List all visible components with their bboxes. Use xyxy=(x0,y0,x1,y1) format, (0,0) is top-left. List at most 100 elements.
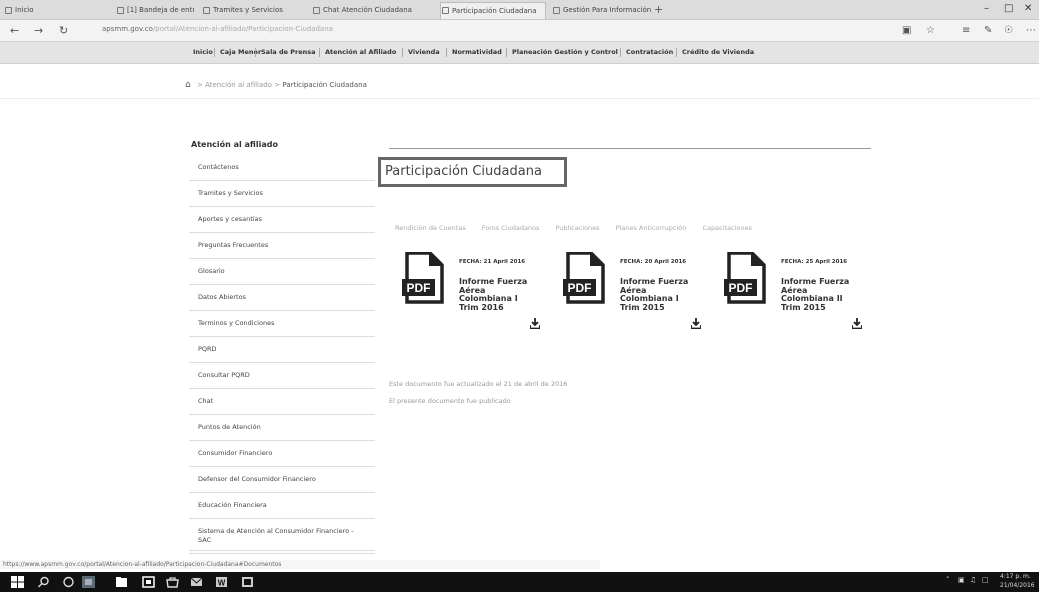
filter-tab[interactable]: Rendición de Cuentas xyxy=(395,224,466,232)
sidebar-item[interactable]: Glosario xyxy=(189,261,375,285)
sidebar-item[interactable]: Terminos y Condiciones xyxy=(189,313,375,337)
web-note-icon[interactable]: ✎ xyxy=(984,24,992,37)
filter-tabs: Rendición de Cuentas Foros Ciudadanos Pu… xyxy=(395,224,766,233)
browser-tab[interactable]: Chat Atención Ciudadana xyxy=(312,3,432,18)
document-card[interactable]: PDF FECHA: 20 April 2016 Informe Fuerza … xyxy=(557,250,702,342)
page-title: Participación Ciudadana xyxy=(378,157,567,187)
breadcrumb: ⌂ > Atención al afiliado > Participación… xyxy=(185,80,367,90)
nav-item-sala-de-prensa[interactable]: Sala de Prensa xyxy=(255,48,316,57)
windows-start-icon[interactable] xyxy=(11,576,24,588)
tab-favicon-icon xyxy=(5,7,12,14)
sidebar-item[interactable]: Preguntas Frecuentes xyxy=(189,235,375,259)
new-tab-button[interactable]: + xyxy=(654,3,663,16)
more-icon[interactable]: ⋯ xyxy=(1026,24,1036,37)
pdf-icon[interactable]: PDF xyxy=(563,252,605,304)
clock-time[interactable]: 4:17 p. m. xyxy=(1000,573,1031,580)
favorite-star-icon[interactable]: ☆ xyxy=(926,24,935,37)
nav-item-credito-vivienda[interactable]: Crédito de Vivienda xyxy=(676,48,754,57)
store-icon[interactable] xyxy=(166,576,179,588)
browser-tab[interactable]: Inicio xyxy=(4,3,80,18)
sidebar-item[interactable]: Consumidor Financiero xyxy=(189,443,375,467)
nav-item-planeacion[interactable]: Planeación Gestión y Control xyxy=(506,48,618,57)
tab-favicon-icon xyxy=(313,7,320,14)
sidebar-item[interactable]: Chat xyxy=(189,391,375,415)
sidebar-item[interactable]: Contáctenos xyxy=(189,157,375,181)
browser-tab[interactable]: [1] Bandeja de entr... xyxy=(116,3,194,18)
file-explorer-icon[interactable] xyxy=(115,576,128,588)
sidebar-item[interactable]: Educación Financiera xyxy=(189,495,375,519)
cortana-icon[interactable] xyxy=(62,576,75,588)
search-icon[interactable] xyxy=(37,576,50,588)
refresh-icon[interactable]: ↻ xyxy=(59,23,68,38)
sidebar-item[interactable]: Puntos de Atención xyxy=(189,417,375,441)
nav-item-contratacion[interactable]: Contratación xyxy=(620,48,673,57)
svg-text:W: W xyxy=(218,579,226,588)
browser-address-bar: ← → ↻ apsmm.gov.co/portal/Atencion-al-af… xyxy=(0,20,1039,42)
nav-item-inicio[interactable]: Inicio xyxy=(188,48,213,57)
divider xyxy=(189,553,375,559)
sidebar-item[interactable]: Sistema de Atención al Consumidor Financ… xyxy=(189,521,375,551)
filter-tab[interactable]: Foros Ciudadanos xyxy=(482,224,540,232)
browser-tab-active[interactable]: Participación Ciudadana xyxy=(440,2,546,19)
clock-date[interactable]: 21/04/2016 xyxy=(1000,582,1035,589)
url-field[interactable]: apsmm.gov.co/portal/Atencion-al-afiliado… xyxy=(102,25,333,33)
close-icon[interactable]: ✕ xyxy=(1024,2,1032,16)
document-title[interactable]: Informe Fuerza Aérea Colombiana I Trim 2… xyxy=(620,277,700,312)
home-icon[interactable]: ⌂ xyxy=(185,80,191,90)
document-title[interactable]: Informe Fuerza Aérea Colombiana II Trim … xyxy=(781,277,861,312)
sidebar-item[interactable]: Tramites y Servicios xyxy=(189,183,375,207)
outlook-icon[interactable] xyxy=(190,576,203,588)
taskbar: W ˄ ▣ ♫ □ 4:17 p. m. 21/04/2016 xyxy=(0,572,1039,592)
sidebar-item[interactable]: PQRD xyxy=(189,339,375,363)
document-card[interactable]: PDF FECHA: 25 April 2016 Informe Fuerza … xyxy=(718,250,863,342)
reading-view-icon[interactable]: ▣ xyxy=(902,24,911,37)
pdf-icon[interactable]: PDF xyxy=(724,252,766,304)
maximize-icon[interactable]: □ xyxy=(1004,2,1013,16)
breadcrumb-parent[interactable]: Atención al afiliado xyxy=(205,81,272,89)
sidebar-item[interactable]: Datos Abiertos xyxy=(189,287,375,311)
sidebar-item[interactable]: Consultar PQRD xyxy=(189,365,375,389)
filter-tab[interactable]: Publicaciones xyxy=(555,224,599,232)
share-icon[interactable]: ☉ xyxy=(1004,24,1013,37)
browser-tab-bar: Inicio [1] Bandeja de entr... Tramites y… xyxy=(0,0,1039,20)
document-date: FECHA: 25 April 2016 xyxy=(781,259,848,265)
minimize-icon[interactable]: – xyxy=(984,2,989,16)
task-view-icon[interactable] xyxy=(82,576,95,588)
edge-browser-icon[interactable] xyxy=(142,576,155,588)
sidebar-title: Atención al afiliado xyxy=(191,140,278,149)
filter-tab[interactable]: Capacitaciones xyxy=(702,224,751,232)
sidebar-item[interactable]: Aportes y cesantías xyxy=(189,209,375,233)
document-title[interactable]: Informe Fuerza Aérea Colombiana I Trim 2… xyxy=(459,277,539,312)
tab-favicon-icon xyxy=(203,7,210,14)
site-nav: Inicio Caja Menor Sala de Prensa Atenció… xyxy=(0,42,1039,64)
download-icon[interactable] xyxy=(852,318,862,329)
download-icon[interactable] xyxy=(530,318,540,329)
status-bar-url: https://www.apsmm.gov.co/portal/Atencion… xyxy=(0,560,600,569)
nav-item-vivienda[interactable]: Vivienda xyxy=(402,48,440,57)
svg-text:PDF: PDF xyxy=(407,281,431,295)
network-icon[interactable]: ▣ xyxy=(958,576,965,584)
sidebar-item[interactable]: Defensor del Consumidor Financiero xyxy=(189,469,375,493)
svg-text:PDF: PDF xyxy=(568,281,592,295)
filter-tab[interactable]: Planes Anticorrupción xyxy=(616,224,687,232)
word-icon[interactable]: W xyxy=(215,576,228,588)
browser-tab[interactable]: Gestión Para Información xyxy=(552,3,652,18)
svg-text:PDF: PDF xyxy=(729,281,753,295)
browser-tab[interactable]: Tramites y Servicios xyxy=(202,3,300,18)
pdf-icon[interactable]: PDF xyxy=(402,252,444,304)
divider xyxy=(0,98,1039,99)
body-text: Este documento fue actualizado el 21 de … xyxy=(389,380,568,388)
nav-item-normatividad[interactable]: Normatividad xyxy=(446,48,502,57)
nav-item-atencion-afiliado[interactable]: Atención al Afiliado xyxy=(319,48,396,57)
document-card[interactable]: PDF FECHA: 21 April 2016 Informe Fuerza … xyxy=(396,250,541,342)
tab-favicon-icon xyxy=(442,7,449,14)
hub-icon[interactable]: ≡ xyxy=(962,24,970,37)
tray-chevron-icon[interactable]: ˄ xyxy=(946,576,950,584)
breadcrumb-current: Participación Ciudadana xyxy=(282,81,367,89)
app-icon[interactable] xyxy=(241,576,254,588)
back-icon[interactable]: ← xyxy=(10,23,19,38)
download-icon[interactable] xyxy=(691,318,701,329)
notifications-icon[interactable]: □ xyxy=(982,576,989,584)
volume-icon[interactable]: ♫ xyxy=(970,576,976,584)
forward-icon[interactable]: → xyxy=(34,23,43,38)
